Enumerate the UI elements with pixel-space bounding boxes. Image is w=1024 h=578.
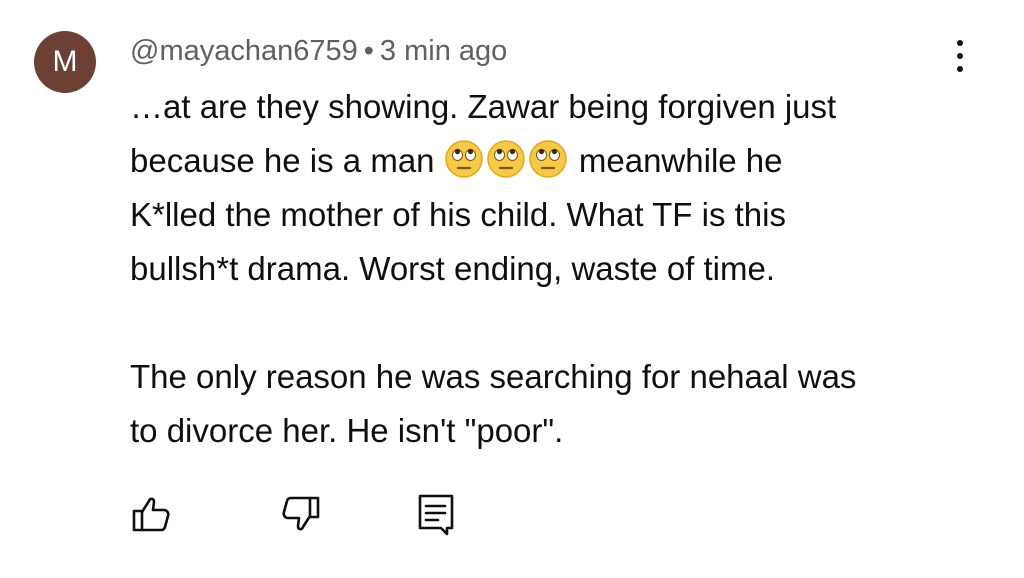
comment-line: …at are they showing. Zawar being forgiv… bbox=[130, 88, 837, 125]
comment-line: bullsh*t drama. Worst ending, waste of t… bbox=[130, 250, 776, 287]
comment-line: The only reason he was searching for neh… bbox=[130, 358, 857, 395]
meta-separator: • bbox=[363, 35, 374, 67]
like-button[interactable] bbox=[130, 492, 174, 536]
menu-dot bbox=[957, 66, 963, 72]
menu-dot bbox=[957, 40, 963, 46]
avatar-letter: M bbox=[52, 45, 78, 78]
comment-text: …at are they showing. Zawar being forgiv… bbox=[130, 80, 980, 458]
more-vertical-icon[interactable] bbox=[944, 40, 976, 80]
comment-line-text: meanwhile he bbox=[578, 142, 783, 179]
thumb-up-icon bbox=[132, 497, 170, 532]
reply-button[interactable] bbox=[414, 492, 458, 536]
comment-paragraph: The only reason he was searching for neh… bbox=[130, 350, 980, 458]
avatar[interactable]: M bbox=[34, 31, 96, 93]
thumb-down-icon bbox=[282, 496, 320, 531]
username[interactable]: @mayachan6759 bbox=[130, 35, 358, 67]
comment-item: M @mayachan6759 • 3 min ago …at are they s… bbox=[0, 0, 1024, 578]
menu-dot bbox=[957, 53, 963, 59]
comment-line: K*lled the mother of his child. What TF … bbox=[130, 196, 786, 233]
timestamp[interactable]: 3 min ago bbox=[380, 35, 507, 67]
eye-roll-emoji bbox=[444, 140, 483, 178]
reply-comment-icon bbox=[418, 494, 454, 536]
comment-line-text: because he is a man bbox=[130, 142, 435, 179]
comment-header: @mayachan6759 • 3 min ago bbox=[130, 32, 507, 70]
comment-line: because he is a man meanwhile he bbox=[130, 134, 980, 188]
eye-roll-emoji bbox=[528, 140, 567, 178]
comment-line: to divorce her. He isn't "poor". bbox=[130, 412, 564, 449]
comment-paragraph: …at are they showing. Zawar being forgiv… bbox=[130, 80, 980, 296]
eye-roll-emoji bbox=[486, 140, 525, 178]
dislike-button[interactable] bbox=[278, 492, 322, 536]
